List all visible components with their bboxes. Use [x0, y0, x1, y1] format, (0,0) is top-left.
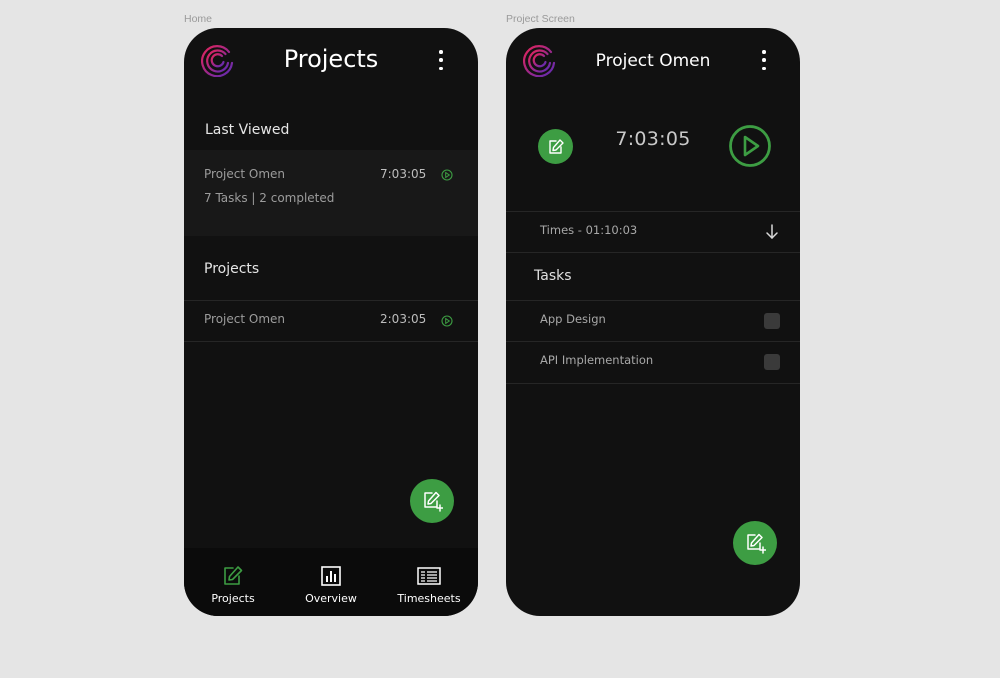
last-viewed-heading: Last Viewed [184, 105, 478, 155]
times-label: Times - 01:10:03 [540, 223, 638, 237]
last-viewed-summary: 7 Tasks | 2 completed [204, 191, 335, 205]
page-title: Projects [283, 45, 379, 73]
play-icon[interactable] [441, 315, 453, 327]
nav-timesheets-label: Timesheets [397, 592, 461, 605]
more-options-icon[interactable] [757, 50, 771, 70]
edit-icon [548, 138, 564, 154]
projects-heading-text: Projects [204, 261, 260, 277]
play-icon[interactable] [441, 169, 453, 181]
projects-heading: Projects [184, 244, 478, 294]
divider [506, 383, 800, 384]
task-checkbox[interactable] [764, 354, 780, 370]
edit-project-button[interactable] [538, 129, 573, 164]
bottom-navigation: Projects Overview Timesheets [184, 548, 478, 616]
nav-projects[interactable]: Projects [184, 548, 282, 616]
task-row: API Implementation [506, 342, 800, 382]
add-project-button[interactable] [410, 479, 454, 523]
project-item-time: 2:03:05 [380, 312, 427, 326]
nav-projects-label: Projects [211, 592, 255, 605]
project-frame-label: Project Screen [506, 13, 575, 25]
nav-overview[interactable]: Overview [282, 548, 380, 616]
timesheet-icon [417, 567, 441, 585]
project-timer: 7:03:05 [615, 128, 691, 150]
add-edit-icon [424, 491, 443, 512]
project-screen: Project Omen 7:03:05 Times - 01:10:03 Ta… [506, 28, 800, 616]
more-options-icon[interactable] [434, 50, 448, 70]
divider [506, 252, 800, 253]
task-checkbox[interactable] [764, 313, 780, 329]
arrow-down-icon[interactable] [765, 224, 779, 240]
task-row: App Design [506, 301, 800, 341]
bar-chart-icon [321, 566, 341, 586]
edit-icon [224, 566, 243, 585]
divider [184, 341, 478, 342]
project-title: Project Omen [595, 51, 711, 71]
home-screen: Projects Last Viewed Project Omen 7:03:0… [184, 28, 478, 616]
nav-timesheets[interactable]: Timesheets [380, 548, 478, 616]
project-item-name: Project Omen [204, 312, 285, 326]
last-viewed-heading-text: Last Viewed [205, 122, 290, 138]
app-logo-icon [201, 45, 234, 77]
app-logo-icon [523, 45, 556, 77]
project-list-item[interactable]: Project Omen 2:03:05 [184, 301, 478, 341]
nav-overview-label: Overview [305, 592, 357, 605]
tasks-heading: Tasks [534, 268, 572, 284]
add-edit-icon [747, 533, 766, 554]
last-viewed-time: 7:03:05 [380, 167, 427, 181]
task-name: API Implementation [540, 353, 654, 367]
last-viewed-project-name: Project Omen [204, 167, 285, 181]
times-row[interactable]: Times - 01:10:03 [506, 212, 800, 252]
add-task-button[interactable] [733, 521, 777, 565]
task-name: App Design [540, 312, 606, 326]
play-timer-icon[interactable] [728, 124, 772, 168]
home-frame-label: Home [184, 13, 213, 25]
last-viewed-card[interactable]: Project Omen 7:03:05 7 Tasks | 2 complet… [184, 150, 478, 236]
